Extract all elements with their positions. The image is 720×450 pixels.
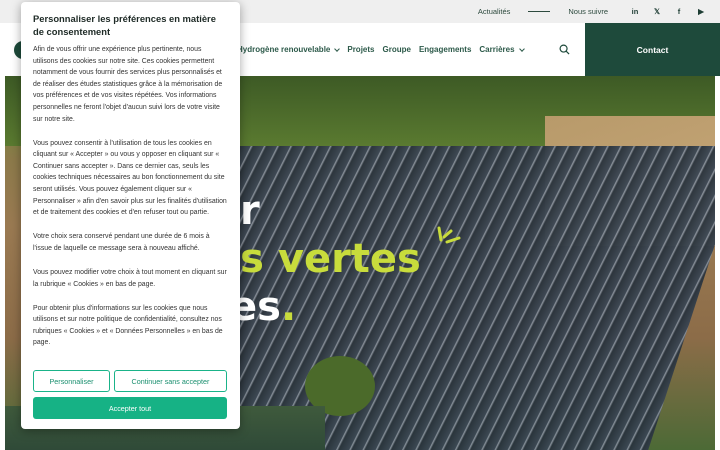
nav-item-label: Carrières <box>479 45 515 54</box>
sparkle-icon <box>437 226 461 244</box>
nav-item-commitments[interactable]: Engagements <box>419 45 471 54</box>
nav-item-label: Hydrogène renouvelable <box>237 45 331 54</box>
cookie-paragraph: Pour obtenir plus d'informations sur les… <box>33 304 223 347</box>
contact-button[interactable]: Contact <box>585 23 720 76</box>
chevron-down-icon <box>518 45 525 52</box>
nav-item-label: Engagements <box>418 45 472 54</box>
page: Actualités Nous suivre in 𝕏 f ▶ Hydrogèn… <box>0 0 720 450</box>
search-icon[interactable] <box>559 44 570 55</box>
hero-headline-dot: . <box>280 284 297 330</box>
cookie-paragraph: Vous pouvez modifier votre choix à tout … <box>33 269 227 288</box>
nav-menu: Hydrogène renouvelable Projets Groupe En… <box>237 23 532 76</box>
nav-item-projects[interactable]: Projets <box>347 45 374 54</box>
chevron-down-icon <box>334 45 341 52</box>
linkedin-icon[interactable]: in <box>630 7 640 17</box>
nav-item-group[interactable]: Groupe <box>382 45 410 54</box>
hero-headline-line1: r <box>240 188 260 234</box>
personalize-button[interactable]: Personnaliser <box>33 370 110 392</box>
nav-item-careers[interactable]: Carrières <box>479 45 525 54</box>
facebook-icon[interactable]: f <box>674 7 684 17</box>
accept-all-button[interactable]: Accepter tout <box>33 397 227 419</box>
youtube-icon[interactable]: ▶ <box>696 7 706 17</box>
social-links: in 𝕏 f ▶ <box>630 7 706 17</box>
cookie-dialog-title: Personnaliser les préférences en matière… <box>33 13 216 37</box>
news-link[interactable]: Actualités <box>478 7 511 16</box>
nav-item-label: Groupe <box>382 45 411 54</box>
nav-item-label: Projets <box>347 45 375 54</box>
x-twitter-icon[interactable]: 𝕏 <box>652 7 662 17</box>
cookie-paragraph: Votre choix sera conservé pendant une du… <box>33 233 210 252</box>
continue-without-accepting-button[interactable]: Continuer sans accepter <box>114 370 227 392</box>
cookie-paragraph: Vous pouvez consentir à l'utilisation de… <box>33 139 227 217</box>
divider-line <box>528 11 551 12</box>
follow-us-label: Nous suivre <box>568 7 608 16</box>
nav-item-renewable-hydrogen[interactable]: Hydrogène renouvelable <box>237 45 341 54</box>
cookie-consent-dialog: Personnaliser les préférences en matière… <box>21 2 240 429</box>
cookie-paragraph: Afin de vous offrir une expérience plus … <box>33 46 223 123</box>
cookie-button-row: Personnaliser Continuer sans accepter <box>33 370 227 392</box>
hero-headline-line2: es vertes <box>213 236 421 282</box>
